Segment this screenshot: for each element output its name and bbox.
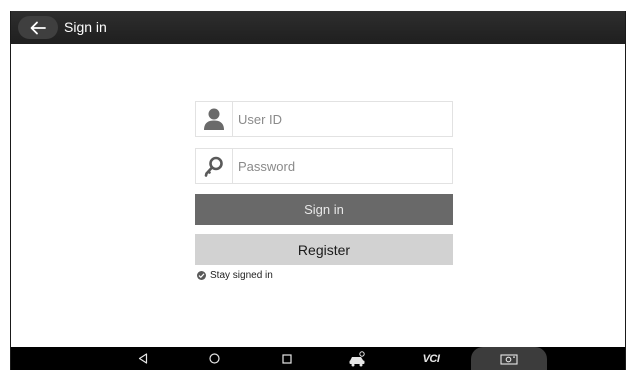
user-id-input[interactable] [233,103,452,135]
home-circle-icon [208,353,220,364]
register-button[interactable]: Register [195,234,453,265]
nav-screenshot-button[interactable] [471,347,547,370]
key-icon [204,156,223,177]
user-icon-cell [196,102,233,136]
title-bar: Sign in [11,11,625,44]
screenshot-camera-icon [500,353,518,365]
password-icon-cell [196,149,233,183]
nav-recents-button[interactable] [277,347,297,370]
user-id-field[interactable] [195,101,453,137]
car-diagnostic-icon [349,350,365,366]
back-button[interactable] [18,16,58,39]
nav-home-button[interactable] [204,347,224,370]
system-navigation-bar: VCI [11,347,625,370]
password-input[interactable] [233,150,452,182]
arrow-left-icon [30,21,46,34]
person-icon [204,108,224,130]
nav-back-button[interactable] [133,347,153,370]
nav-diagnostics-button[interactable] [346,347,370,370]
page-title: Sign in [64,19,107,35]
recents-square-icon [282,353,292,364]
stay-signed-in-checkbox[interactable]: Stay signed in [197,270,273,281]
checkmark-icon [197,271,206,280]
nav-vci-button[interactable]: VCI [419,347,443,370]
stay-signed-in-label: Stay signed in [210,270,273,281]
app-window: Sign in Sign in Register Stay signed in [10,11,626,370]
back-triangle-icon [138,353,148,364]
vci-icon: VCI [422,352,440,365]
password-field[interactable] [195,148,453,184]
sign-in-button[interactable]: Sign in [195,194,453,225]
